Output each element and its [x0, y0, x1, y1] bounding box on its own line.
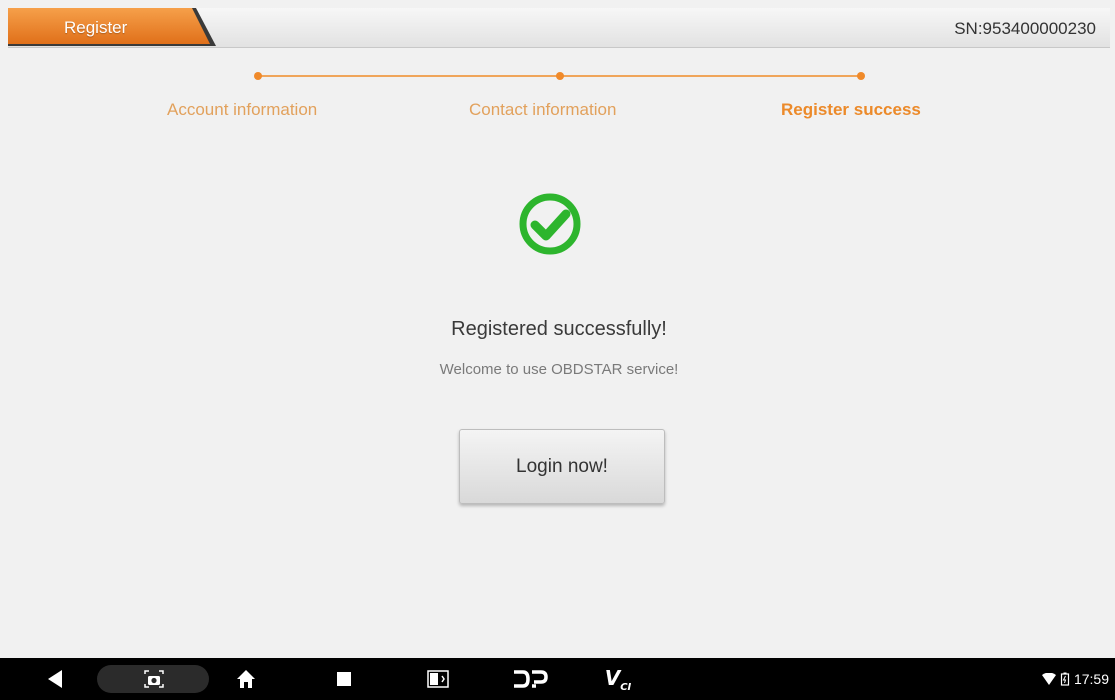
step-label-account: Account information	[167, 100, 318, 119]
android-nav-bar: VCI 17:59	[0, 658, 1115, 700]
vci-icon-letter: V	[604, 665, 621, 690]
step-label-register-success: Register success	[781, 100, 921, 119]
login-now-button[interactable]: Login now!	[459, 429, 665, 504]
recents-button[interactable]	[330, 658, 358, 700]
display-icon	[427, 670, 449, 688]
check-circle-icon	[519, 193, 581, 255]
screenshot-button-icon-wrap[interactable]	[140, 658, 168, 700]
success-subtitle: Welcome to use OBDSTAR service!	[439, 361, 679, 378]
home-icon	[237, 670, 255, 688]
step-label-contact: Contact information	[469, 100, 617, 119]
back-button[interactable]	[40, 658, 70, 700]
success-title: Registered successfully!	[451, 318, 667, 340]
serial-number: SN:953400000230	[954, 19, 1096, 38]
register-tab[interactable]: Register	[8, 8, 218, 48]
vci-icon-sub: CI	[620, 681, 632, 693]
step-dot-account	[254, 72, 262, 80]
home-button[interactable]	[232, 658, 260, 700]
battery-icon	[1060, 672, 1070, 686]
wifi-icon	[1041, 673, 1056, 685]
step-dot-contact	[556, 72, 564, 80]
status-area: 17:59	[1041, 658, 1109, 700]
clock-time: 17:59	[1073, 671, 1109, 687]
main-content: Account information Contact information …	[8, 48, 1110, 655]
display-button[interactable]	[423, 658, 453, 700]
app-screen: Register SN:953400000230 Account informa…	[0, 0, 1115, 700]
back-icon	[48, 670, 62, 688]
step-dot-success	[857, 72, 865, 80]
dp-icon	[514, 670, 548, 688]
vci-icon: VCI	[605, 666, 632, 693]
vci-button[interactable]: VCI	[598, 658, 638, 700]
screenshot-icon	[144, 670, 164, 688]
register-tab-label: Register	[64, 18, 128, 37]
recents-icon	[337, 672, 351, 686]
dp-button[interactable]	[510, 658, 550, 700]
header-bar: Register SN:953400000230	[8, 8, 1110, 48]
